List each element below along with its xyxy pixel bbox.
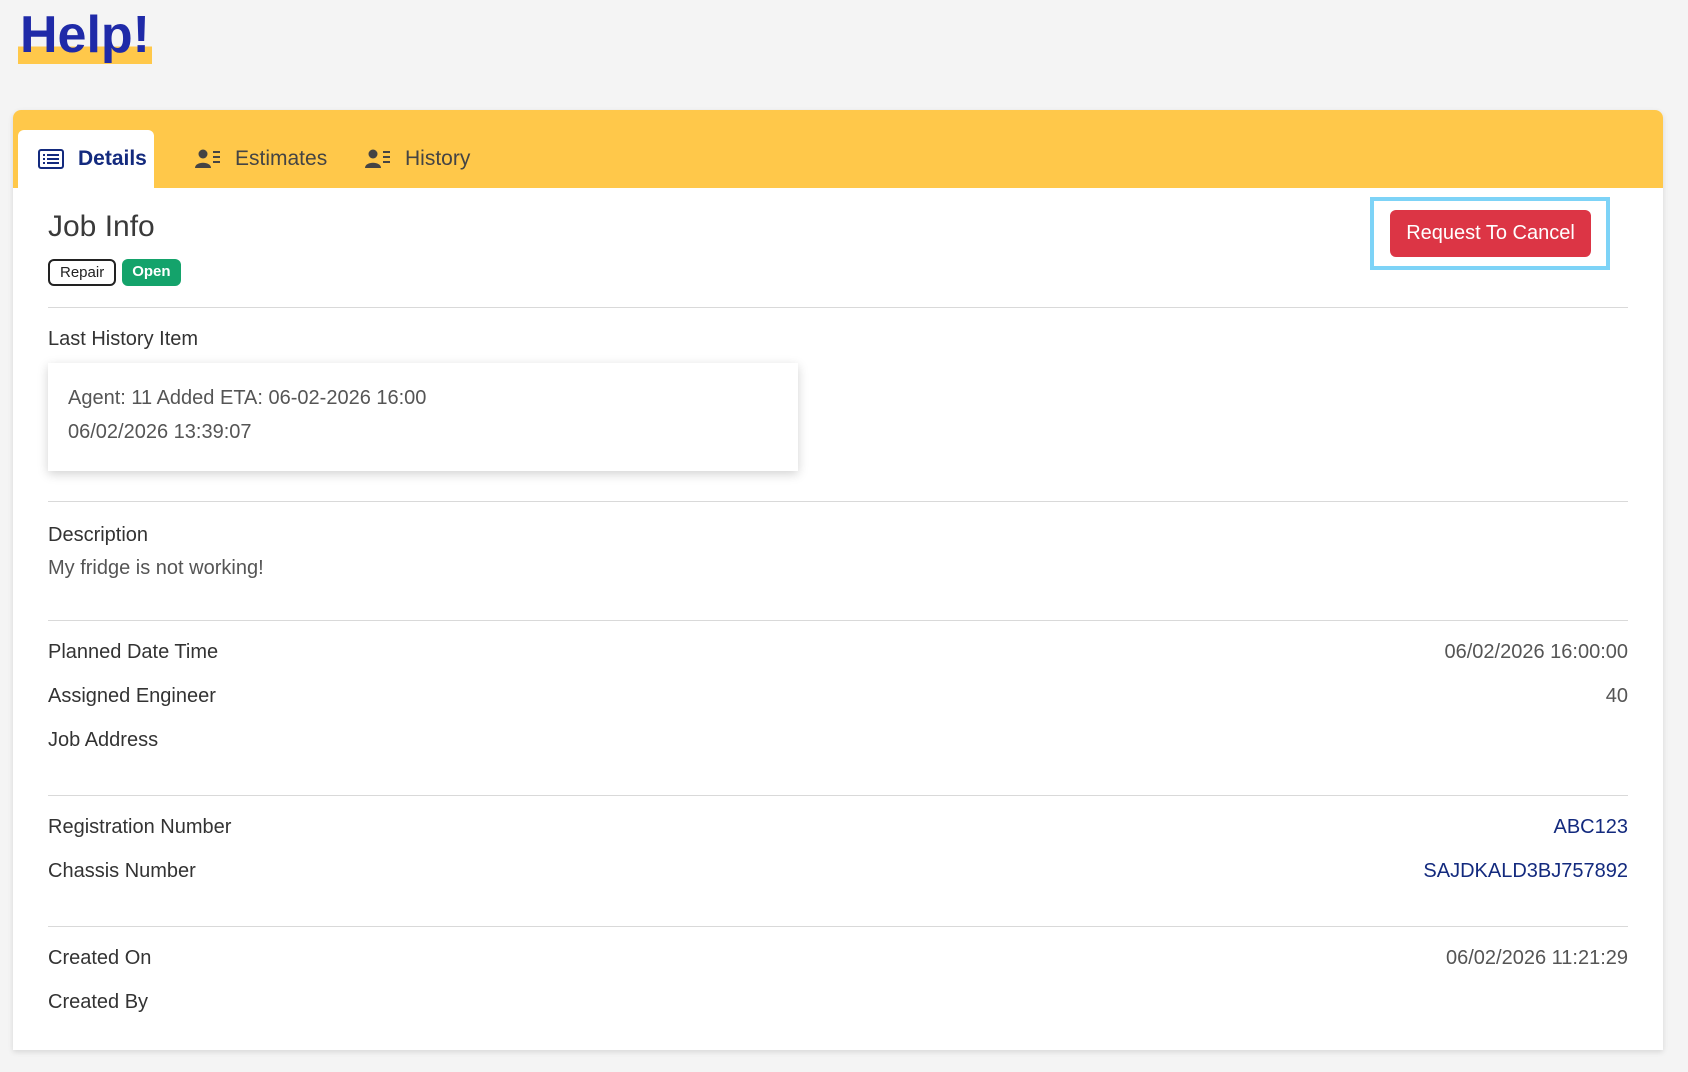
created-section: Created On 06/02/2026 11:21:29 Created B… [48,927,1628,1057]
detail-row: Chassis Number SAJDKALD3BJ757892 [48,860,1628,904]
job-header: Job Info Repair Open Request To Cancel [48,188,1628,308]
tab-bar: Details Estimates History [13,110,1663,188]
job-details-panel: Details Estimates History Job Info Repai… [13,110,1663,1050]
page-title: Job Info [48,210,155,243]
description-label: Description [48,524,149,546]
list-icon [38,149,64,169]
tab-estimates-label: Estimates [235,147,328,170]
created-on-label: Created On [48,947,152,969]
created-on-value: 06/02/2026 11:21:29 [1445,947,1628,969]
tab-details[interactable]: Details [18,130,154,188]
tab-history[interactable]: History [345,130,490,188]
planned-date-value: 06/02/2026 16:00:00 [1444,641,1628,663]
badge-group: Repair Open [48,259,181,286]
history-entry-text: Agent: 11 Added ETA: 06-02-2026 16:00 [68,387,427,409]
last-history-section: Last History Item Agent: 11 Added ETA: 0… [48,308,1628,502]
tab-details-label: Details [78,147,147,170]
request-cancel-button[interactable]: Request To Cancel [1390,210,1591,257]
detail-row: Registration Number ABC123 [48,816,1628,860]
assigned-engineer-label: Assigned Engineer [48,685,216,707]
last-history-label: Last History Item [48,328,199,350]
registration-number-link[interactable]: ABC123 [1554,816,1629,839]
chassis-number-link[interactable]: SAJDKALD3BJ757892 [1423,860,1628,883]
vehicle-section: Registration Number ABC123 Chassis Numbe… [48,796,1628,927]
tab-estimates[interactable]: Estimates [175,130,347,188]
job-type-badge: Repair [48,259,117,286]
chassis-number-label: Chassis Number [48,860,196,882]
status-badge: Open [122,259,181,286]
cancel-focus-ring: Request To Cancel [1370,197,1610,270]
assigned-engineer-value: 40 [1605,685,1628,707]
detail-row: Assigned Engineer 40 [48,685,1628,729]
description-text: My fridge is not working! [48,557,264,579]
registration-number-label: Registration Number [48,816,232,838]
planned-date-label: Planned Date Time [48,641,219,663]
description-section: Description My fridge is not working! [48,502,1628,621]
created-by-label: Created By [48,991,149,1013]
detail-row: Created On 06/02/2026 11:21:29 [48,947,1628,991]
job-address-label: Job Address [48,729,159,751]
user-list-icon [365,148,391,170]
detail-row: Created By [48,991,1628,1035]
details-content: Job Info Repair Open Request To Cancel L… [13,188,1663,1057]
history-entry-time: 06/02/2026 13:39:07 [68,421,252,443]
user-list-icon [195,148,221,170]
schedule-section: Planned Date Time 06/02/2026 16:00:00 As… [48,621,1628,796]
tab-history-label: History [405,147,471,170]
detail-row: Planned Date Time 06/02/2026 16:00:00 [48,641,1628,685]
app-logo[interactable]: Help! [18,6,152,64]
history-card: Agent: 11 Added ETA: 06-02-2026 16:00 06… [48,363,798,471]
detail-row: Job Address [48,729,1628,773]
